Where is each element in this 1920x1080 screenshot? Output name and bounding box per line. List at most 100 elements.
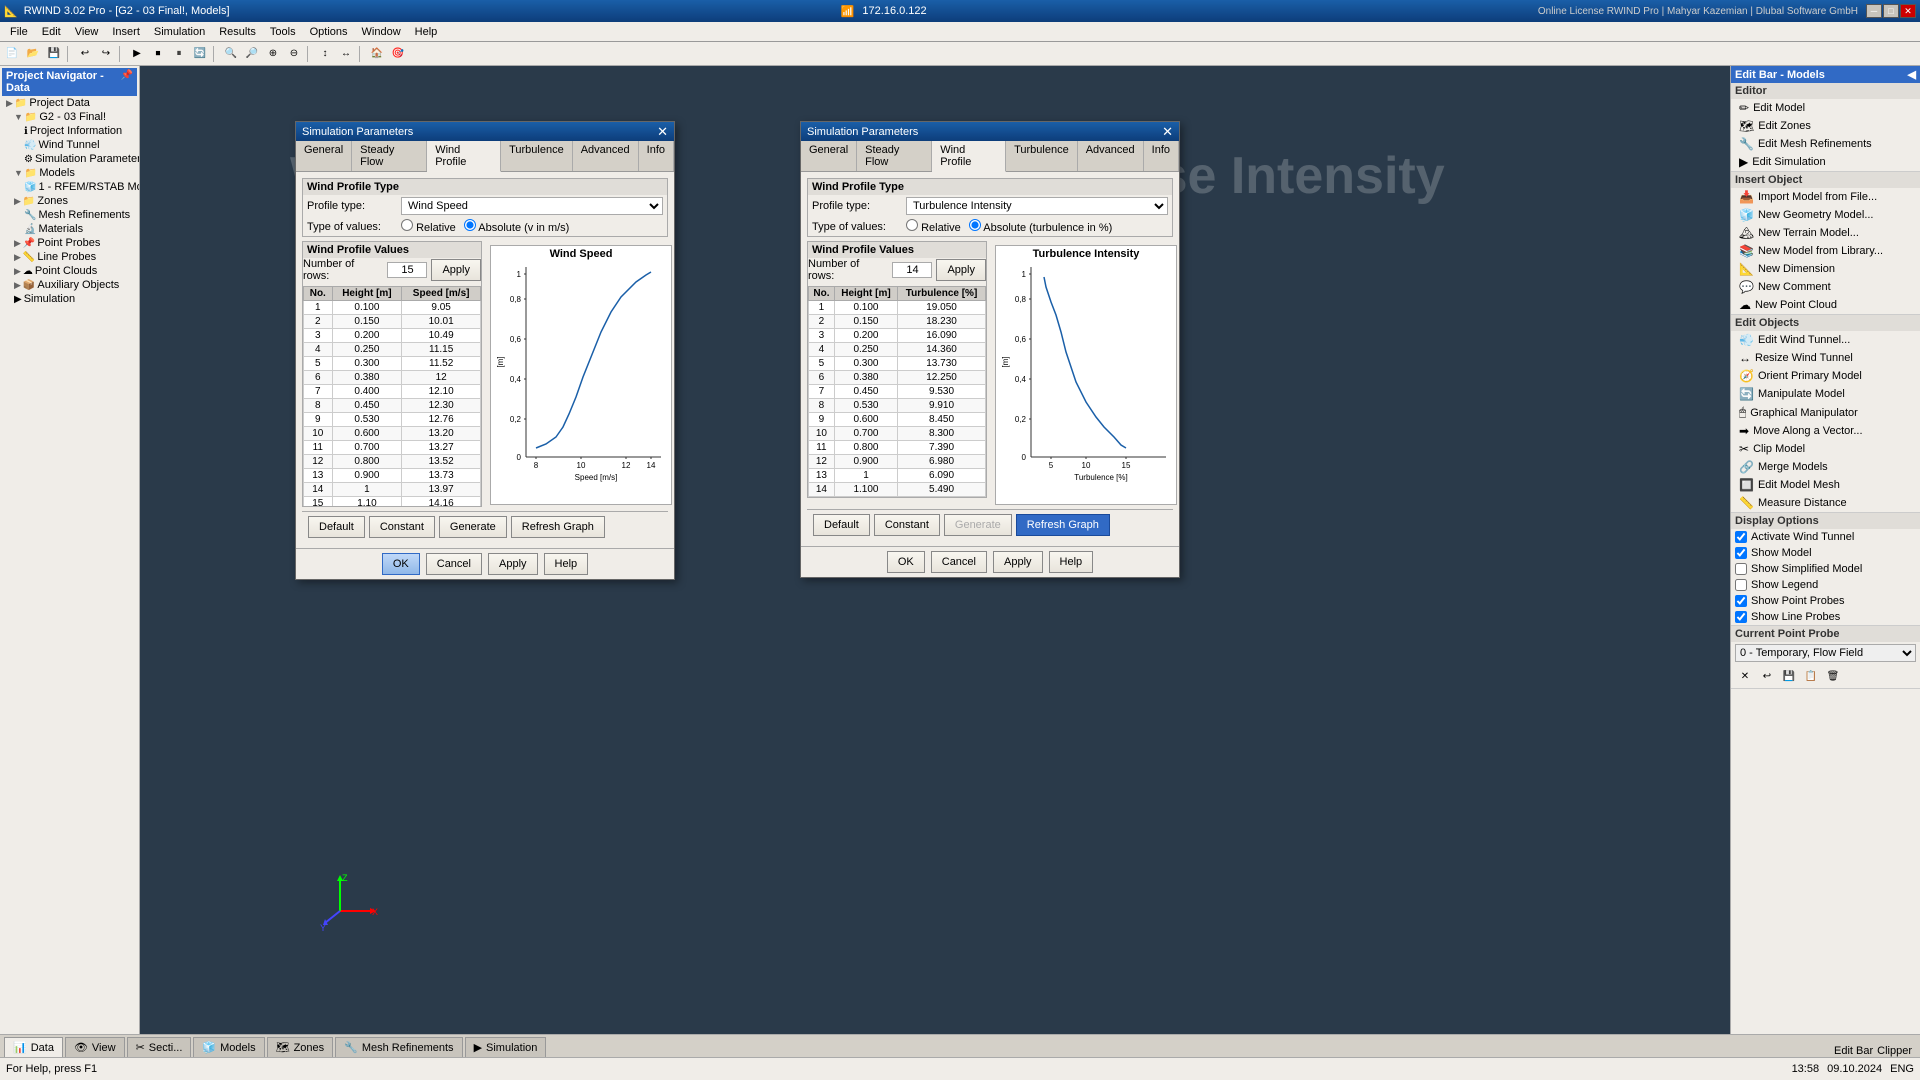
tree-aux-objects[interactable]: ▶ 📦 Auxiliary Objects [2, 278, 137, 292]
edit-bar-tab[interactable]: Edit Bar [1834, 1045, 1873, 1057]
dialog2-tab-steady[interactable]: Steady Flow [857, 141, 932, 171]
rs-show-simplified[interactable]: Show Simplified Model [1731, 561, 1920, 577]
menu-insert[interactable]: Insert [106, 24, 146, 40]
dialog1-title[interactable]: Simulation Parameters ✕ [296, 122, 674, 141]
rs-graphical-manip[interactable]: 🖱Graphical Manipulator [1731, 403, 1920, 422]
rs-move-along[interactable]: ➡Move Along a Vector... [1731, 422, 1920, 440]
rs-new-geo[interactable]: 🧊New Geometry Model... [1731, 206, 1920, 224]
probe-btn-2[interactable]: ↩ [1757, 666, 1777, 686]
dialog1-constant-btn[interactable]: Constant [369, 516, 435, 538]
tab-section[interactable]: ✂ Secti... [127, 1037, 192, 1057]
tab-view[interactable]: 👁 View [65, 1037, 125, 1057]
menu-view[interactable]: View [69, 24, 105, 40]
tb-btn-3[interactable]: ⏸ [169, 44, 189, 64]
dialog1-tab-info[interactable]: Info [639, 141, 674, 171]
rs-edit-mesh[interactable]: 🔧Edit Mesh Refinements [1731, 135, 1920, 153]
save-button[interactable]: 💾 [44, 44, 64, 64]
rs-edit-model[interactable]: ✏Edit Model [1731, 99, 1920, 117]
chk-show-model[interactable] [1735, 547, 1747, 559]
dialog2-tab-turbulence[interactable]: Turbulence [1006, 141, 1078, 171]
dialog2-ok-btn[interactable]: OK [887, 551, 925, 573]
apply-rows-btn-1[interactable]: Apply [431, 259, 481, 281]
rs-orient-primary[interactable]: 🧭Orient Primary Model [1731, 367, 1920, 385]
menu-file[interactable]: File [4, 24, 34, 40]
tree-point-clouds[interactable]: ▶ ☁ Point Clouds [2, 264, 137, 278]
dialog1-ok-btn[interactable]: OK [382, 553, 420, 575]
dialog1-apply-btn[interactable]: Apply [488, 553, 538, 575]
tb-btn-1[interactable]: ▶ [127, 44, 147, 64]
dialog2-constant-btn[interactable]: Constant [874, 514, 940, 536]
minimize-button[interactable]: ─ [1866, 4, 1882, 18]
rs-collapse-icon[interactable]: ◀ [1908, 68, 1916, 81]
menu-simulation[interactable]: Simulation [148, 24, 211, 40]
rs-edit-simulation[interactable]: ▶Edit Simulation [1731, 153, 1920, 171]
tree-sim-params[interactable]: ⚙ Simulation Parameters [2, 152, 137, 166]
dialog1-tab-turbulence[interactable]: Turbulence [501, 141, 573, 171]
tree-zones[interactable]: ▶ 📁 Zones [2, 194, 137, 208]
dialog1-generate-btn[interactable]: Generate [439, 516, 507, 538]
tb-btn-11[interactable]: 🏠 [367, 44, 387, 64]
close-button[interactable]: ✕ [1900, 4, 1916, 18]
dialog1-help-btn[interactable]: Help [544, 553, 589, 575]
probe-btn-4[interactable]: 📋 [1801, 666, 1821, 686]
profile-type-select[interactable]: Wind Speed [401, 197, 663, 215]
tab-data[interactable]: 📊 Data [4, 1037, 63, 1057]
probe-btn-5[interactable]: 🗑 [1823, 666, 1843, 686]
chk-legend[interactable] [1735, 579, 1747, 591]
rs-new-dimension[interactable]: 📐New Dimension [1731, 260, 1920, 278]
tb-btn-5[interactable]: 🔍 [221, 44, 241, 64]
dialog1-tab-windprofile[interactable]: Wind Profile [427, 141, 501, 172]
tree-models[interactable]: ▼ 📁 Models [2, 166, 137, 180]
rs-show-model[interactable]: Show Model [1731, 545, 1920, 561]
menu-results[interactable]: Results [213, 24, 262, 40]
radio-relative-1[interactable] [401, 219, 413, 231]
tb-btn-6[interactable]: 🔎 [242, 44, 262, 64]
tree-materials[interactable]: 🔬 Materials [2, 222, 137, 236]
tree-project-info[interactable]: ℹ Project Information [2, 124, 137, 138]
rs-show-legend[interactable]: Show Legend [1731, 577, 1920, 593]
tb-btn-4[interactable]: 🔄 [190, 44, 210, 64]
current-probe-select[interactable]: 0 - Temporary, Flow Field [1735, 644, 1916, 662]
rs-new-pointcloud[interactable]: ☁New Point Cloud [1731, 296, 1920, 314]
tb-btn-8[interactable]: ⊖ [284, 44, 304, 64]
undo-button[interactable]: ↩ [75, 44, 95, 64]
dialog2-tab-windprofile[interactable]: Wind Profile [932, 141, 1006, 172]
dialog1-tab-advanced[interactable]: Advanced [573, 141, 639, 171]
rs-show-point-probes[interactable]: Show Point Probes [1731, 593, 1920, 609]
dialog2-refresh-btn[interactable]: Refresh Graph [1016, 514, 1110, 536]
tb-btn-2[interactable]: ⏹ [148, 44, 168, 64]
menu-tools[interactable]: Tools [264, 24, 302, 40]
chk-simplified[interactable] [1735, 563, 1747, 575]
dialog2-default-btn[interactable]: Default [813, 514, 870, 536]
apply-rows-btn-2[interactable]: Apply [936, 259, 986, 281]
dialog1-cancel-btn[interactable]: Cancel [426, 553, 482, 575]
clipper-tab[interactable]: Clipper [1877, 1045, 1912, 1057]
dialog1-close[interactable]: ✕ [657, 125, 668, 138]
radio-relative-2[interactable] [906, 219, 918, 231]
maximize-button[interactable]: □ [1883, 4, 1899, 18]
chk-line-probes[interactable] [1735, 611, 1747, 623]
num-rows-input-1[interactable] [387, 262, 427, 278]
probe-btn-3[interactable]: 💾 [1779, 666, 1799, 686]
dialog2-cancel-btn[interactable]: Cancel [931, 551, 987, 573]
dialog1-tab-general[interactable]: General [296, 141, 352, 171]
tree-mesh[interactable]: 🔧 Mesh Refinements [2, 208, 137, 222]
chk-wind-tunnel[interactable] [1735, 531, 1747, 543]
rs-clip-model[interactable]: ✂Clip Model [1731, 440, 1920, 458]
rs-show-line-probes[interactable]: Show Line Probes [1731, 609, 1920, 625]
num-rows-input-2[interactable] [892, 262, 932, 278]
tab-zones[interactable]: 🗺 Zones [267, 1037, 334, 1057]
rs-edit-wind-tunnel[interactable]: 💨Edit Wind Tunnel... [1731, 331, 1920, 349]
tree-g2[interactable]: ▼ 📁 G2 - 03 Final! [2, 110, 137, 124]
tree-simulation[interactable]: ▶ Simulation [2, 292, 137, 306]
tb-btn-12[interactable]: 🎯 [388, 44, 408, 64]
rs-merge-models[interactable]: 🔗Merge Models [1731, 458, 1920, 476]
tab-mesh[interactable]: 🔧 Mesh Refinements [335, 1037, 462, 1057]
rs-import-model[interactable]: 📥Import Model from File... [1731, 188, 1920, 206]
dialog2-tab-general[interactable]: General [801, 141, 857, 171]
dialog2-tab-info[interactable]: Info [1144, 141, 1179, 171]
rs-resize-wind-tunnel[interactable]: ↔Resize Wind Tunnel [1731, 349, 1920, 367]
rs-edit-zones[interactable]: 🗺Edit Zones [1731, 117, 1920, 135]
dialog2-title[interactable]: Simulation Parameters ✕ [801, 122, 1179, 141]
dialog1-default-btn[interactable]: Default [308, 516, 365, 538]
